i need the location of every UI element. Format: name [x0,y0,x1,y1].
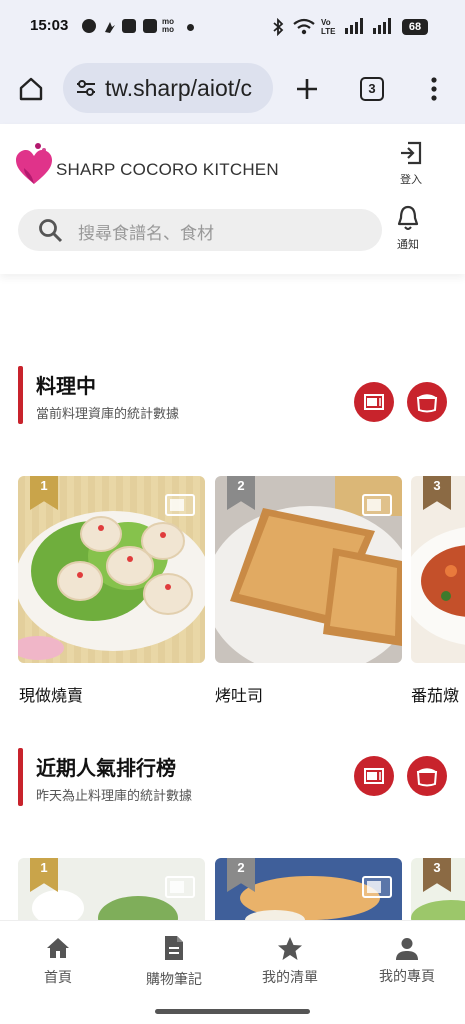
section-title: 近期人氣排行榜 [36,756,176,780]
recipe-card[interactable]: 2 [215,858,402,920]
login-icon[interactable] [398,140,424,170]
brand-name[interactable]: SHARP COCORO KITCHEN [56,160,279,180]
momo-icon: mo mo [162,17,174,34]
nav-item-home[interactable]: 首頁 [0,921,116,1001]
rice-cooker-filter-button[interactable] [407,756,447,796]
search-icon [38,218,64,248]
nav-item-my-page[interactable]: 我的專頁 [349,921,465,1001]
search-placeholder: 搜尋食譜名、食材 [78,224,214,244]
signal-2-icon [372,18,394,38]
shop-icon [122,19,136,33]
recipe-card[interactable]: 1 [18,858,205,920]
home-nav-icon [46,937,70,963]
section-title: 料理中 [36,374,96,398]
browser-toolbar: tw.sharp/aiot/c 3 [0,56,465,124]
recipe-name[interactable]: 烤吐司 [215,682,263,706]
status-bar: 15:03 mo mo Vo LTE 68 [0,0,465,56]
recipe-name[interactable]: 番茄燉 [411,682,459,706]
site-header: SHARP COCORO KITCHEN 登入 通知 搜尋食譜名、食材 [0,124,465,274]
person-icon [395,937,419,965]
bottom-navigation: 首頁 購物筆記 我的清單 我的專頁 [0,920,465,1024]
chat-icon [82,19,96,33]
section-cooking-header: 料理中 當前料理資庫的統計數據 [0,366,465,426]
new-tab-icon[interactable] [294,76,320,106]
search-input[interactable]: 搜尋食譜名、食材 [18,209,382,251]
recipe-card[interactable]: 3 [411,858,465,920]
notification-dot-icon [187,24,194,31]
star-icon [277,936,303,965]
section-accent-bar [18,748,23,806]
nav-label: 我的專頁 [379,969,435,985]
more-menu-icon[interactable] [430,76,438,106]
volte-icon: Vo LTE [321,18,336,36]
wifi-icon [292,18,316,40]
login-label[interactable]: 登入 [391,171,431,187]
notify-label[interactable]: 通知 [388,236,428,252]
ranking-carousel[interactable]: 1 2 3 [0,858,465,920]
nav-label: 購物筆記 [146,972,202,988]
nav-label: 首頁 [44,970,72,986]
home-icon[interactable] [18,76,44,106]
recipe-image-tomato-stew [411,476,465,663]
status-time: 15:03 [30,17,69,34]
microwave-badge-icon [362,494,392,516]
url-text: tw.sharp/aiot/c [105,75,253,101]
microwave-filter-button[interactable] [354,382,394,422]
pin-icon [103,19,117,33]
recipe-name[interactable]: 現做燒賣 [19,682,83,706]
battery-indicator: 68 [402,19,428,35]
section-ranking-header: 近期人氣排行榜 昨天為止料理庫的統計數據 [0,748,465,808]
recipe-card[interactable]: 2 [215,476,402,663]
rice-cooker-filter-button[interactable] [407,382,447,422]
brand-logo-icon[interactable] [16,142,52,192]
address-bar[interactable]: tw.sharp/aiot/c [63,63,273,113]
microwave-badge-icon [165,876,195,898]
section-subtitle: 昨天為止料理庫的統計數據 [36,789,193,804]
microwave-badge-icon [165,494,195,516]
microwave-filter-button[interactable] [354,756,394,796]
cooking-carousel[interactable]: 1 現做燒賣 2 烤吐司 3 番茄燉 [0,476,465,716]
nav-label: 我的清單 [262,970,318,986]
gesture-home-bar[interactable] [155,1009,310,1014]
bluetooth-icon [272,17,284,40]
recipe-card[interactable]: 3 [411,476,465,663]
document-icon [164,935,184,965]
tab-switcher-button[interactable]: 3 [360,77,384,101]
nav-item-shopping-notes[interactable]: 購物筆記 [116,921,232,1001]
section-subtitle: 當前料理資庫的統計數據 [36,407,180,422]
microwave-badge-icon [362,876,392,898]
recipe-card[interactable]: 1 [18,476,205,663]
bell-icon[interactable] [396,204,420,236]
signal-1-icon [344,18,366,38]
section-accent-bar [18,366,23,424]
heart-app-icon [143,19,157,33]
nav-item-my-list[interactable]: 我的清單 [232,921,348,1001]
site-settings-icon[interactable] [75,78,97,102]
